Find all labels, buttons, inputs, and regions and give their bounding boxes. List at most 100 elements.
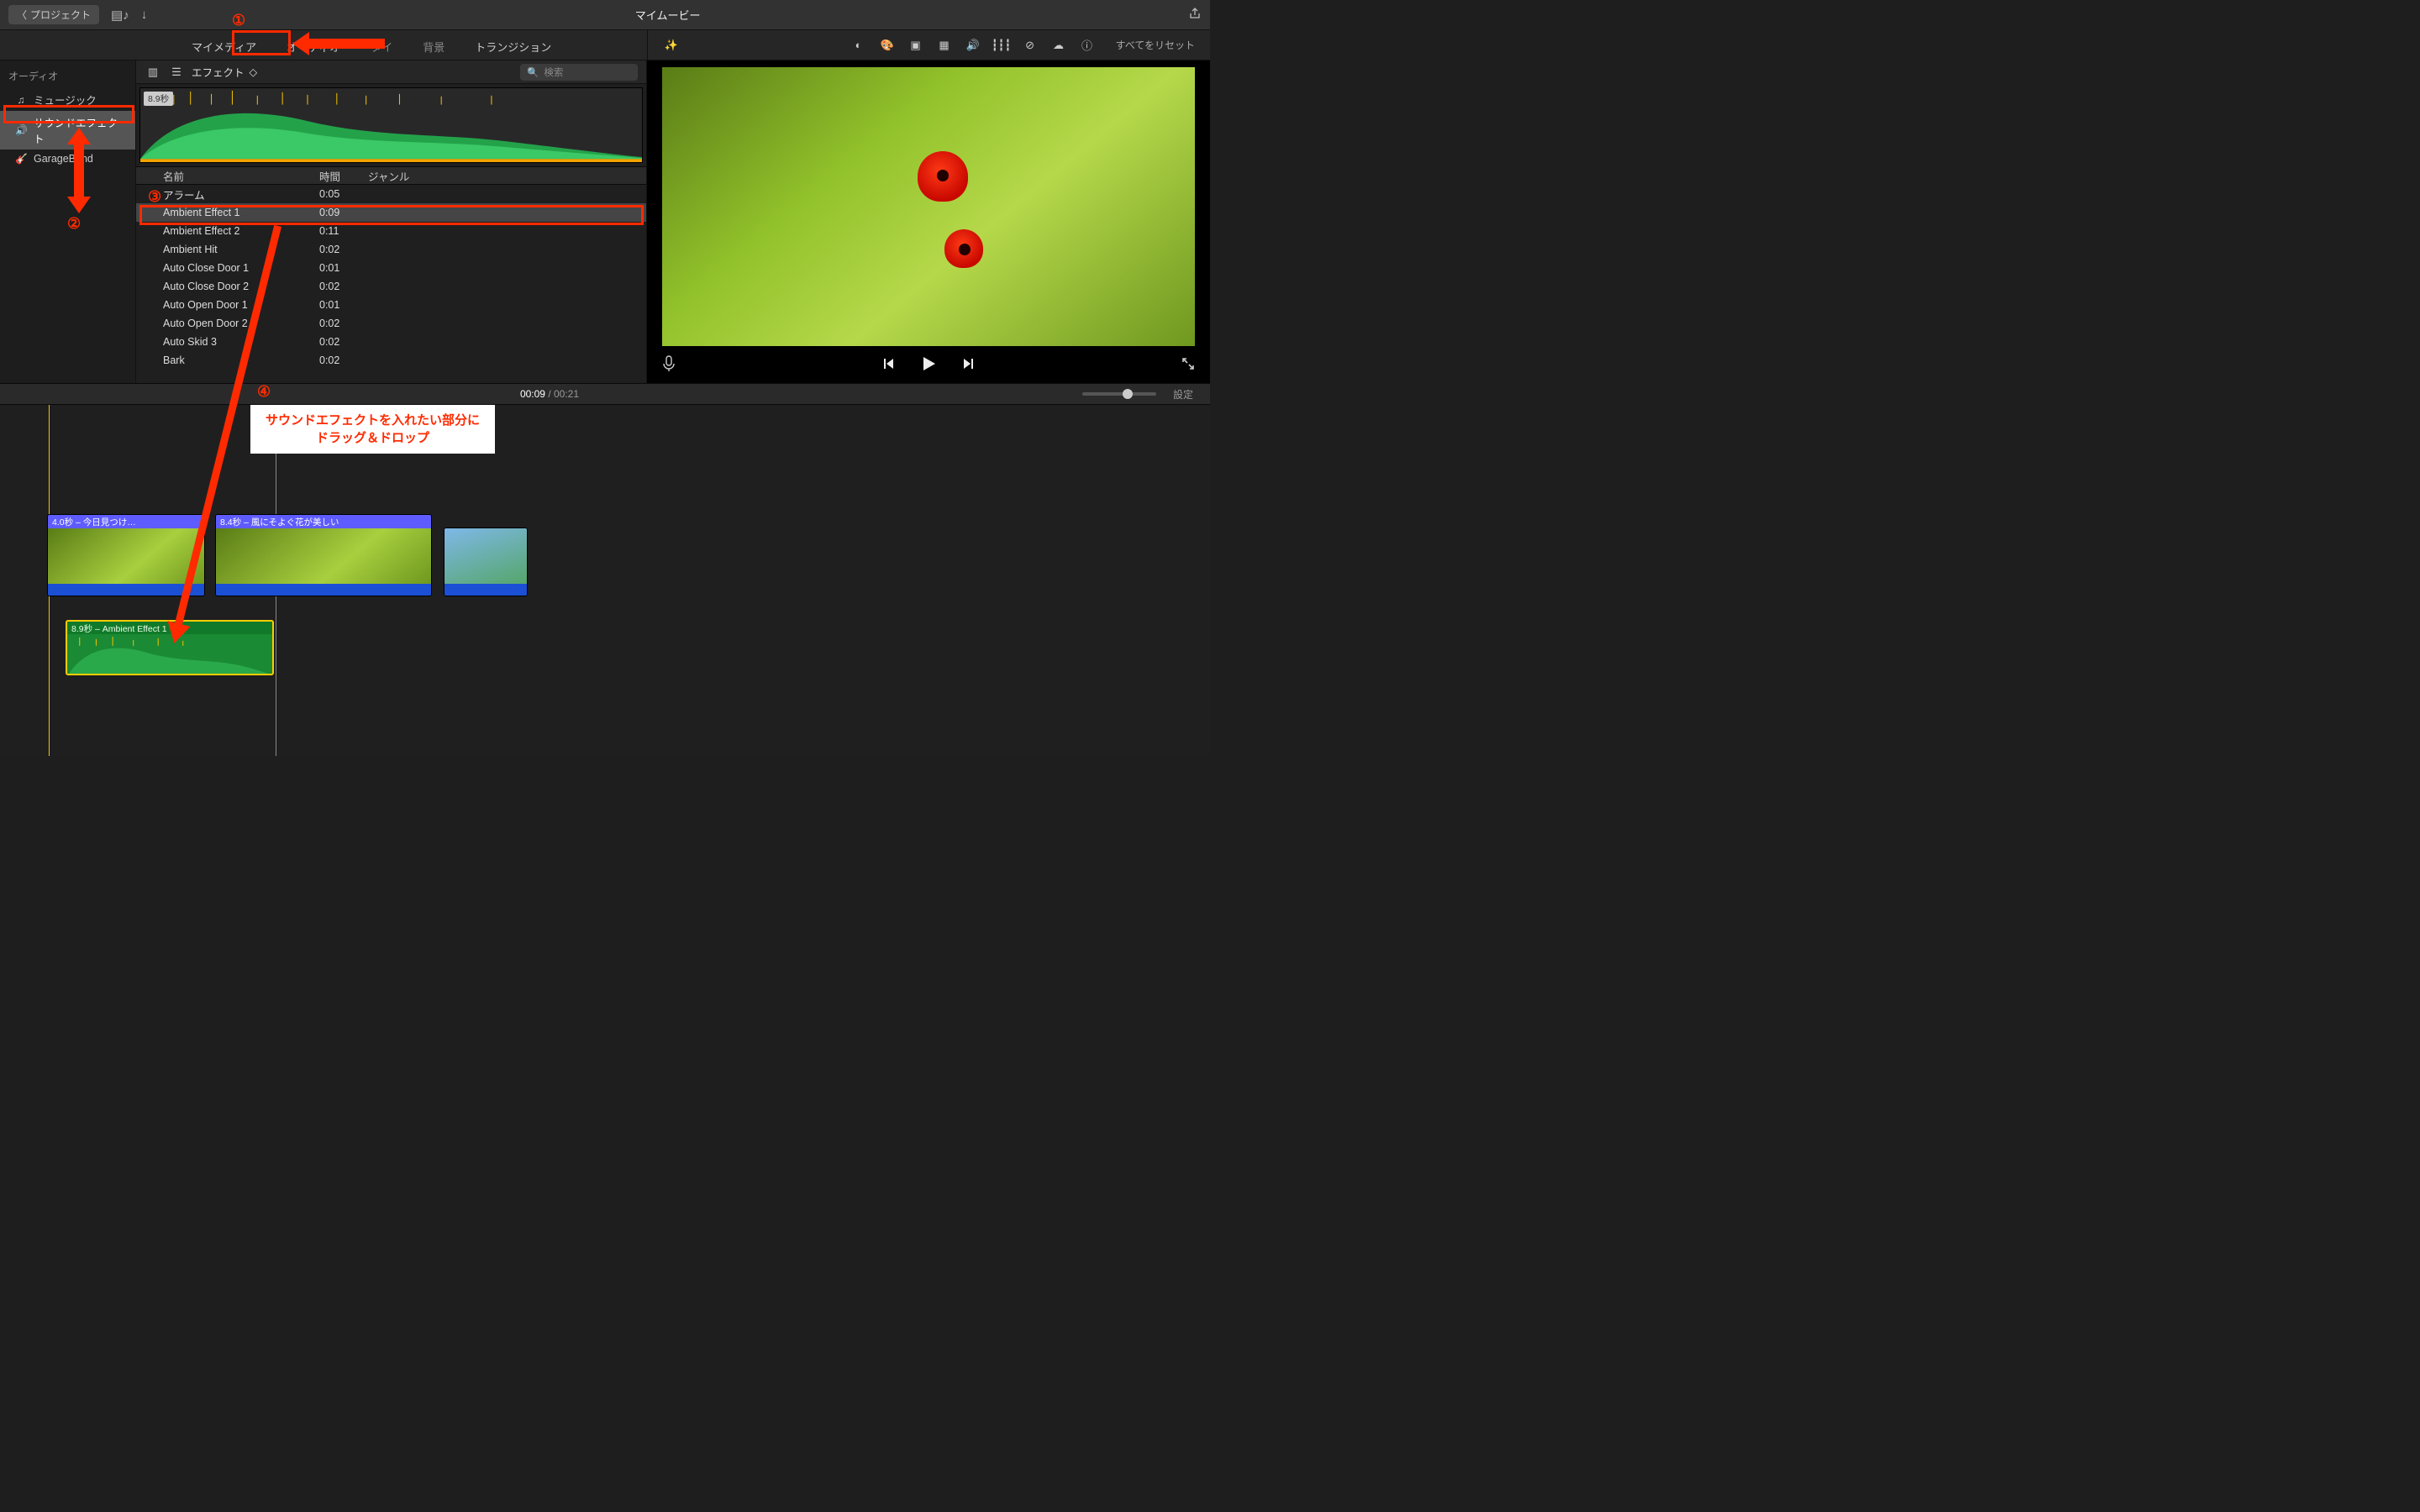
tab-transitions[interactable]: トランジション bbox=[460, 32, 566, 60]
list-row[interactable]: Auto Skid 30:02 bbox=[136, 333, 646, 351]
cell-name: アラーム bbox=[163, 186, 319, 202]
cell-time: 0:02 bbox=[319, 336, 368, 348]
chevron-left-icon: 〈 bbox=[17, 8, 27, 22]
back-label: プロジェクト bbox=[30, 8, 91, 22]
filter-icon[interactable]: ☁ bbox=[1050, 37, 1067, 54]
tab-mymedia[interactable]: マイメディア bbox=[176, 32, 271, 60]
magic-wand-icon[interactable]: ✨ bbox=[663, 37, 680, 54]
cell-time: 0:11 bbox=[319, 225, 368, 237]
cell-name: Auto Close Door 2 bbox=[163, 281, 319, 292]
timeline-ruler: 00:09 / 00:21 設定 bbox=[0, 383, 1210, 405]
cell-time: 0:09 bbox=[319, 207, 368, 218]
zoom-slider[interactable] bbox=[1082, 392, 1156, 396]
preview-video[interactable] bbox=[662, 67, 1195, 346]
color-correction-icon[interactable]: 🎨 bbox=[879, 37, 896, 54]
sidebar-item-music[interactable]: ♫ ミュージック bbox=[0, 88, 135, 111]
transport-controls bbox=[647, 346, 1210, 383]
list-row[interactable]: Bark0:02 bbox=[136, 351, 646, 370]
speed-icon[interactable]: ⊘ bbox=[1022, 37, 1039, 54]
cell-time: 0:01 bbox=[319, 262, 368, 274]
settings-button[interactable]: 設定 bbox=[1173, 387, 1193, 402]
list-row[interactable]: Ambient Effect 20:11 bbox=[136, 222, 646, 240]
timeline-clip[interactable]: 4.0秒 – 今日見つけ… bbox=[47, 514, 205, 596]
guitar-icon: 🎸 bbox=[15, 153, 27, 165]
library-icon[interactable]: ▤♪ bbox=[111, 8, 129, 23]
list-row[interactable]: Ambient Effect 10:09 bbox=[136, 203, 646, 222]
speaker-icon: 🔊 bbox=[15, 124, 27, 136]
list-view-icon[interactable]: ☰ bbox=[168, 64, 185, 81]
next-button[interactable] bbox=[961, 356, 976, 374]
cell-time: 0:01 bbox=[319, 299, 368, 311]
timeline-audio-clip[interactable]: 8.9秒 – Ambient Effect 1 bbox=[66, 620, 274, 675]
cell-name: Auto Close Door 1 bbox=[163, 262, 319, 274]
clip-label: 4.0秒 – 今日見つけ… bbox=[48, 515, 204, 528]
annotation-arrowhead bbox=[67, 128, 91, 144]
window-title: マイムービー bbox=[147, 7, 1188, 23]
grid-view-icon[interactable]: ▥ bbox=[145, 64, 161, 81]
library-panel: ▥ ☰ エフェクト ◇ 🔍 検索 8.9秒 bbox=[136, 60, 647, 383]
mic-icon[interactable] bbox=[662, 355, 676, 375]
cell-time: 0:02 bbox=[319, 354, 368, 366]
waveform-icon bbox=[140, 88, 642, 162]
waveform-duration-badge: 8.9秒 bbox=[144, 92, 173, 106]
waveform-preview[interactable]: 8.9秒 bbox=[139, 87, 643, 163]
cell-time: 0:02 bbox=[319, 281, 368, 292]
tab-audio[interactable]: オーディオ bbox=[271, 32, 355, 60]
timeline[interactable]: 4.0秒 – 今日見つけ… 8.4秒 – 風にそよぐ花が美しい 8.9秒 – A… bbox=[0, 405, 1210, 756]
search-icon: 🔍 bbox=[527, 66, 539, 78]
list-row[interactable]: Auto Close Door 20:02 bbox=[136, 277, 646, 296]
search-placeholder: 検索 bbox=[544, 66, 563, 79]
sidebar-item-garageband[interactable]: 🎸 GarageBand bbox=[0, 150, 135, 168]
reset-all-button[interactable]: すべてをリセット bbox=[1116, 38, 1195, 52]
waveform-icon bbox=[67, 634, 272, 675]
share-icon[interactable] bbox=[1188, 7, 1202, 24]
sidebar-item-label: GarageBand bbox=[34, 153, 93, 165]
stabilize-icon[interactable]: ▦ bbox=[936, 37, 953, 54]
timecode-total: 00:21 bbox=[554, 388, 579, 400]
cell-time: 0:02 bbox=[319, 244, 368, 255]
equalizer-icon[interactable]: ┇┇┇ bbox=[993, 37, 1010, 54]
chevron-updown-icon: ◇ bbox=[250, 66, 258, 78]
cell-name: Ambient Hit bbox=[163, 244, 319, 255]
sidebar: オーディオ ♫ ミュージック 🔊 サウンドエフェクト 🎸 GarageBand bbox=[0, 60, 136, 383]
titlebar: 〈 プロジェクト ▤♪ ↓ マイムービー bbox=[0, 0, 1210, 30]
timeline-clip[interactable]: 8.4秒 – 風にそよぐ花が美しい bbox=[215, 514, 432, 596]
cell-time: 0:02 bbox=[319, 318, 368, 329]
prev-button[interactable] bbox=[881, 356, 896, 374]
list-header: 名前 時間 ジャンル bbox=[136, 166, 646, 185]
info-icon[interactable]: ⓘ bbox=[1079, 37, 1096, 54]
cell-name: Bark bbox=[163, 354, 319, 366]
crop-icon[interactable]: ▣ bbox=[908, 37, 924, 54]
cell-name: Ambient Effect 2 bbox=[163, 225, 319, 237]
col-name[interactable]: 名前 bbox=[163, 168, 319, 184]
fullscreen-icon[interactable] bbox=[1181, 357, 1195, 373]
list-row[interactable]: Auto Close Door 10:01 bbox=[136, 259, 646, 277]
list-row[interactable]: Ambient Hit0:02 bbox=[136, 240, 646, 259]
library-popup[interactable]: エフェクト ◇ bbox=[192, 64, 257, 80]
import-icon[interactable]: ↓ bbox=[141, 8, 148, 22]
music-icon: ♫ bbox=[15, 94, 27, 106]
back-button[interactable]: 〈 プロジェクト bbox=[8, 5, 99, 24]
timecode-current: 00:09 bbox=[520, 388, 545, 400]
sidebar-item-label: ミュージック bbox=[34, 92, 97, 108]
search-input[interactable]: 🔍 検索 bbox=[520, 64, 638, 81]
timecode: 00:09 / 00:21 bbox=[520, 388, 579, 400]
sidebar-header: オーディオ bbox=[0, 64, 135, 88]
timeline-clip[interactable] bbox=[444, 528, 528, 596]
cell-name: Auto Skid 3 bbox=[163, 336, 319, 348]
list-row[interactable]: Auto Open Door 20:02 bbox=[136, 314, 646, 333]
list-row[interactable]: Auto Open Door 10:01 bbox=[136, 296, 646, 314]
col-genre[interactable]: ジャンル bbox=[368, 168, 646, 184]
play-button[interactable] bbox=[919, 354, 938, 375]
cell-name: Auto Open Door 2 bbox=[163, 318, 319, 329]
tab-titles[interactable]: タイ bbox=[355, 32, 408, 60]
tab-background[interactable]: 背景 bbox=[408, 32, 460, 60]
color-balance-icon[interactable]: ◐ bbox=[850, 37, 867, 54]
volume-icon[interactable]: 🔊 bbox=[965, 37, 981, 54]
library-popup-label: エフェクト bbox=[192, 64, 245, 80]
list-row[interactable]: アラーム0:05 bbox=[136, 185, 646, 203]
tab-strip: マイメディア オーディオ タイ 背景 トランジション ✨ ◐ 🎨 ▣ ▦ 🔊 ┇… bbox=[0, 30, 1210, 60]
cell-name: Ambient Effect 1 bbox=[163, 207, 319, 218]
col-time[interactable]: 時間 bbox=[319, 168, 368, 184]
audio-clip-label: 8.9秒 – Ambient Effect 1 bbox=[67, 622, 272, 634]
